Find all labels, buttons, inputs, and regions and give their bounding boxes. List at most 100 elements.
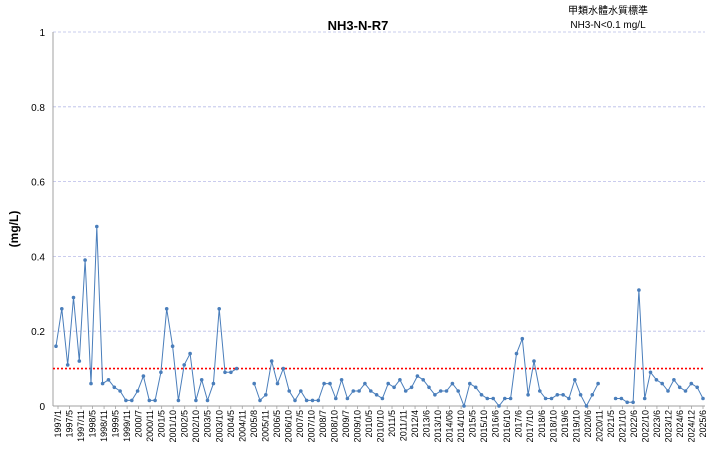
x-tick-label: 2011/11 (399, 410, 409, 441)
data-point (95, 224, 99, 229)
x-tick-label: 2004/11 (237, 410, 247, 442)
data-point (223, 370, 227, 375)
x-tick-label: 2010/5 (364, 410, 374, 438)
x-tick-label: 2024/12 (686, 410, 696, 443)
y-tick-label: 0.8 (31, 103, 45, 114)
data-point (479, 393, 484, 397)
data-point (567, 396, 571, 401)
data-point (701, 396, 705, 401)
data-point (112, 385, 117, 390)
data-point (281, 366, 286, 371)
data-point (689, 381, 694, 386)
standard-note-line2: NH3-N<0.1 mg/L (570, 20, 646, 31)
x-tick-label: 2013/6 (422, 410, 432, 438)
data-point (468, 381, 472, 386)
data-point (374, 393, 379, 397)
data-point (444, 389, 449, 393)
data-point (409, 385, 414, 390)
data-point (497, 404, 501, 408)
data-point (386, 381, 391, 386)
data-point (60, 307, 64, 311)
y-tick-label: 0 (39, 402, 45, 413)
data-point (637, 288, 641, 292)
data-point (683, 389, 688, 393)
data-point (625, 400, 629, 405)
data-point (71, 295, 76, 300)
data-point (269, 359, 274, 363)
x-tick-label: 2007/5 (295, 410, 305, 438)
data-point (473, 385, 478, 390)
data-point (590, 393, 595, 397)
data-point (433, 393, 437, 397)
x-tick-label: 2017/6 (514, 410, 524, 438)
x-tick-label: 2005/8 (249, 410, 259, 438)
x-tick-label: 2020/11 (594, 410, 604, 442)
x-tick-label: 2023/6 (652, 410, 662, 438)
data-point (135, 389, 140, 393)
data-point (462, 404, 466, 408)
data-point (304, 398, 309, 403)
chart-container: 0 0.2 0.4 0.6 0.8 1 1997/1 1997/5 1997/11 1998/5 1… (0, 0, 710, 462)
data-point (421, 378, 426, 382)
data-point (54, 344, 58, 349)
data-point (549, 396, 554, 401)
data-point (514, 351, 519, 356)
data-point (491, 396, 496, 401)
data-point (532, 359, 536, 363)
x-tick-label: 1997/11 (76, 410, 86, 442)
x-tick-label: 2016/10 (502, 410, 512, 443)
data-point (648, 370, 653, 375)
data-point (287, 389, 292, 393)
x-tick-label: 2006/10 (283, 410, 293, 443)
x-tick-label: 2010/10 (376, 410, 386, 443)
data-point (555, 393, 560, 397)
chart-title: NH3-N-R7 (328, 18, 389, 33)
data-point (170, 344, 175, 349)
data-point (328, 381, 332, 386)
x-tick-label: 2024/6 (675, 410, 685, 438)
y-axis-title: (mg/L) (7, 211, 21, 248)
x-tick-label: 2016/6 (491, 410, 501, 438)
x-tick-label: 2011/5 (387, 410, 397, 437)
data-point (456, 389, 461, 393)
data-point (141, 374, 146, 378)
x-tick-label: 2015/5 (468, 410, 478, 438)
data-point (316, 398, 321, 403)
data-point (159, 370, 163, 375)
data-point (275, 381, 280, 386)
data-point (403, 389, 408, 393)
x-tick-label: 2001/10 (168, 410, 178, 443)
data-point (369, 389, 373, 393)
x-tick-label: 2003/10 (214, 410, 224, 443)
x-tick-label: 2009/7 (341, 410, 351, 438)
x-tick-label: 2009/10 (352, 410, 362, 443)
data-point (124, 398, 128, 403)
data-point (578, 393, 583, 397)
data-point (695, 385, 699, 390)
y-tick-label: 0.6 (31, 178, 45, 189)
x-tick-label: 1997/1 (53, 410, 63, 438)
data-point (503, 396, 507, 401)
data-point (351, 389, 356, 393)
x-tick-label: 2023/12 (663, 410, 673, 443)
y-tick-label: 0.4 (31, 252, 45, 263)
data-point (182, 363, 186, 367)
data-point (508, 396, 513, 401)
x-tick-label: 2017/10 (525, 410, 535, 443)
x-tick-label: 2019/6 (560, 410, 570, 438)
data-point (631, 400, 635, 405)
data-point (654, 378, 659, 382)
line-chart: 00.20.40.60.811997/1 1997/5 1997/11 1998/5 1… (0, 0, 710, 462)
x-tick-label: 2018/6 (537, 410, 547, 438)
x-tick-label: 2013/10 (433, 410, 443, 443)
data-point (194, 398, 198, 403)
x-tick-label: 2018/10 (548, 410, 558, 443)
data-point (561, 393, 565, 397)
data-point (264, 393, 268, 397)
data-point (77, 359, 82, 363)
data-point (520, 336, 525, 341)
x-tick-label: 1998/5 (88, 410, 98, 438)
x-tick-label: 2015/10 (479, 410, 489, 443)
data-point (672, 378, 676, 382)
x-tick-label: 2007/10 (306, 410, 316, 443)
